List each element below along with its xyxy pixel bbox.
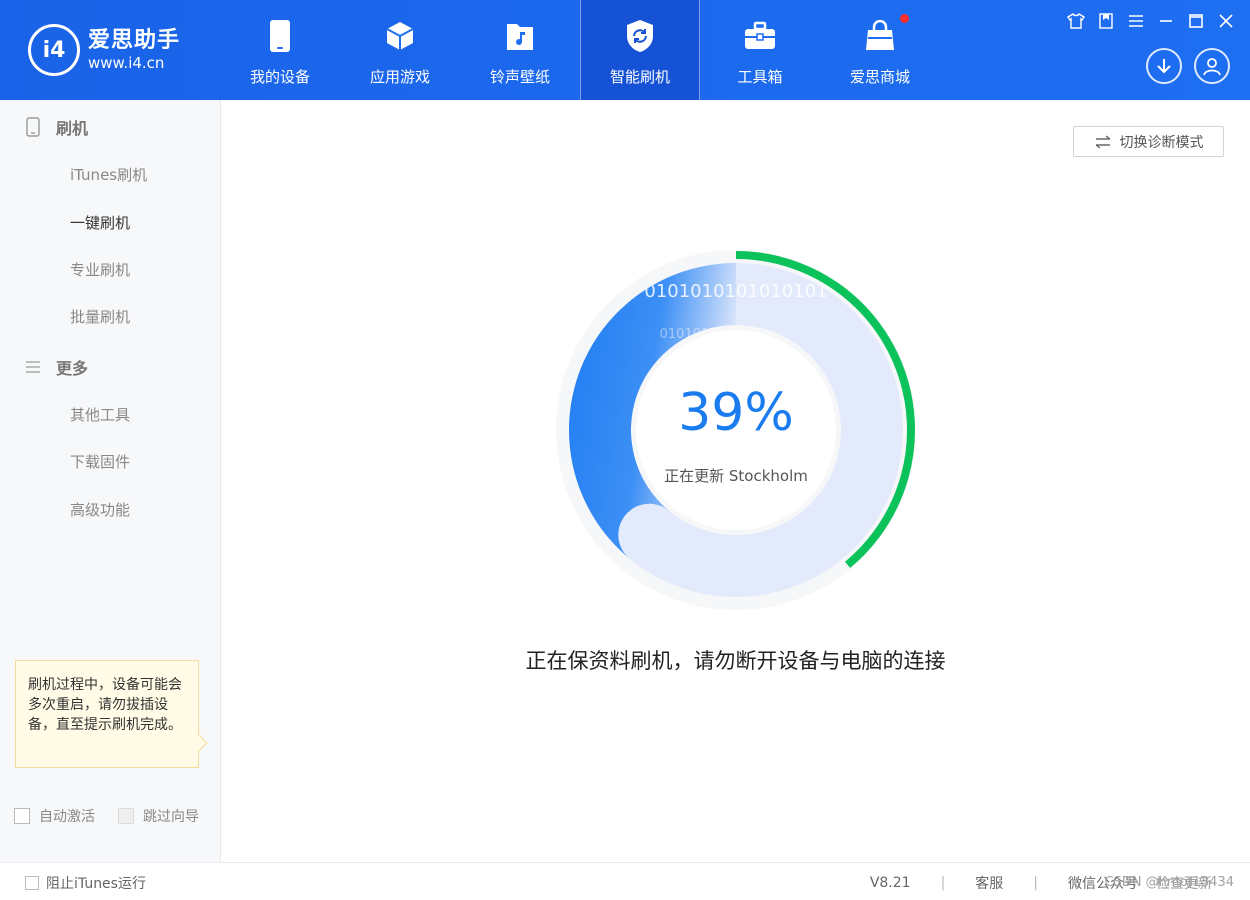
checkbox-label: 阻止iTunes运行 <box>46 876 146 892</box>
nav-label: 工具箱 <box>737 68 783 86</box>
sidebar-section-more: 更多 <box>24 355 88 379</box>
nav-label: 智能刷机 <box>609 68 670 86</box>
nav-label: 爱思商城 <box>849 68 910 86</box>
maximize-icon[interactable] <box>1186 10 1206 32</box>
logo-name: 爱思助手 <box>88 28 181 53</box>
phone-outline-icon <box>24 117 42 137</box>
customer-service-link[interactable]: 客服 <box>975 873 1003 893</box>
sidebar-item-other-tools[interactable]: 其他工具 <box>70 404 130 425</box>
divider: | <box>940 875 946 891</box>
progress-percent: 39% <box>678 383 794 443</box>
watermark: 检查更新 CSDN @hmot13434 <box>1104 875 1234 892</box>
checkbox-box[interactable] <box>25 876 39 890</box>
notification-badge <box>900 14 909 23</box>
block-itunes-checkbox[interactable]: 阻止iTunes运行 <box>25 873 146 893</box>
divider: | <box>1033 875 1038 891</box>
sidebar-section-flash: 刷机 <box>24 115 88 139</box>
ring-cap <box>618 503 681 566</box>
checkbox-box[interactable] <box>14 808 30 824</box>
skin-icon[interactable] <box>1066 10 1086 32</box>
flash-tip: 刷机过程中，设备可能会多次重启，请勿拔插设备，直至提示刷机完成。 <box>15 660 208 768</box>
checkbox-box[interactable] <box>118 808 134 824</box>
progress-status: 正在更新 Stockholm <box>664 467 808 485</box>
sidebar: 刷机 iTunes刷机 一键刷机 专业刷机 批量刷机 更多 其他工具 下载固件 … <box>0 100 221 862</box>
section-title: 刷机 <box>56 119 89 138</box>
list-icon <box>24 357 42 377</box>
logo-mark: i4 <box>28 24 80 76</box>
window-controls <box>1066 10 1236 32</box>
shopping-bag-icon <box>862 18 898 54</box>
sidebar-item-pro-flash[interactable]: 专业刷机 <box>70 259 130 280</box>
tip-arrow <box>190 734 208 752</box>
flash-warning: 正在保资料刷机，请勿断开设备与电脑的连接 <box>525 649 946 673</box>
statusbar-links: V8.21 | 客服 | 微信公众号 <box>870 873 1138 893</box>
download-icon[interactable] <box>1146 48 1182 84</box>
main-panel: 切换诊断模式 0101010101010101 0101010101 <box>221 100 1250 862</box>
cube-icon <box>382 18 418 54</box>
title-bar: i4 爱思助手 www.i4.cn 我的设备 应用游戏 铃声壁纸 智能刷机 工具… <box>0 0 1250 100</box>
toolbox-icon <box>742 18 778 54</box>
switch-diagnostic-mode-button[interactable]: 切换诊断模式 <box>1073 126 1224 157</box>
auto-activate-checkbox[interactable]: 自动激活 <box>14 806 95 826</box>
section-title: 更多 <box>56 359 89 378</box>
nav-ringtones[interactable]: 铃声壁纸 <box>460 0 580 100</box>
version-label: V8.21 <box>869 875 911 891</box>
swap-icon <box>1094 134 1112 149</box>
binary-text: 0101010101010101 <box>644 281 827 302</box>
sidebar-item-advanced[interactable]: 高级功能 <box>70 499 130 520</box>
diag-button-label: 切换诊断模式 <box>1119 134 1204 151</box>
sidebar-item-itunes-flash[interactable]: iTunes刷机 <box>70 164 147 185</box>
progress-ring: 0101010101010101 0101010101 39% 正在更新 Sto… <box>551 245 921 615</box>
feedback-icon[interactable] <box>1096 10 1116 32</box>
nav-label: 我的设备 <box>249 68 310 86</box>
nav-store[interactable]: 爱思商城 <box>820 0 940 100</box>
checkbox-label: 自动激活 <box>39 809 95 825</box>
nav-label: 应用游戏 <box>369 68 430 86</box>
app-logo: i4 爱思助手 www.i4.cn <box>28 24 180 76</box>
nav-my-device[interactable]: 我的设备 <box>220 0 340 100</box>
status-bar: 阻止iTunes运行 V8.21 | 客服 | 微信公众号 检查更新 CSDN … <box>0 862 1250 900</box>
nav-toolbox[interactable]: 工具箱 <box>700 0 820 100</box>
sidebar-item-download-firmware[interactable]: 下载固件 <box>70 451 130 472</box>
phone-icon <box>262 18 298 54</box>
sidebar-item-one-click-flash[interactable]: 一键刷机 <box>70 212 130 233</box>
menu-icon[interactable] <box>1126 10 1146 32</box>
topbar-actions <box>1146 48 1230 84</box>
watermark-text: CSDN @hmot13434 <box>1104 875 1234 890</box>
sidebar-item-batch-flash[interactable]: 批量刷机 <box>70 306 130 327</box>
tip-text: 刷机过程中，设备可能会多次重启，请勿拔插设备，直至提示刷机完成。 <box>28 677 182 733</box>
user-icon[interactable] <box>1194 48 1230 84</box>
nav-label: 铃声壁纸 <box>489 68 550 86</box>
nav-apps-games[interactable]: 应用游戏 <box>340 0 460 100</box>
skip-guide-checkbox[interactable]: 跳过向导 <box>118 806 199 826</box>
checkbox-label: 跳过向导 <box>143 809 199 825</box>
refresh-shield-icon <box>622 18 658 54</box>
logo-url: www.i4.cn <box>88 54 165 72</box>
close-icon[interactable] <box>1216 10 1236 32</box>
nav-smart-flash[interactable]: 智能刷机 <box>580 0 700 100</box>
music-folder-icon <box>502 18 538 54</box>
minimize-icon[interactable] <box>1156 10 1176 32</box>
main-nav: 我的设备 应用游戏 铃声壁纸 智能刷机 工具箱 爱思商城 <box>220 0 940 100</box>
